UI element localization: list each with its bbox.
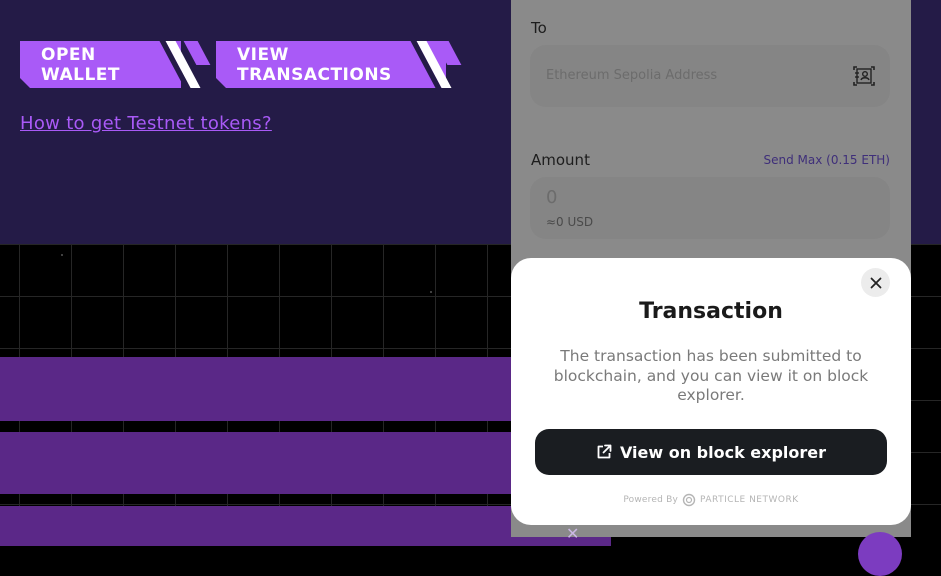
testnet-tokens-link[interactable]: How to get Testnet tokens? xyxy=(20,113,272,134)
open-wallet-button[interactable]: OPEN WALLET xyxy=(20,41,211,88)
grid-dot xyxy=(430,291,432,293)
brand-name: PARTICLE NETWORK xyxy=(699,495,799,505)
particle-logo-icon xyxy=(682,493,696,507)
to-address-placeholder: Ethereum Sepolia Address xyxy=(546,68,718,83)
address-book-icon[interactable] xyxy=(852,65,876,91)
amount-field[interactable]: 0 ≈0 USD xyxy=(530,177,890,239)
powered-by-footer: Powered By PARTICLE NETWORK xyxy=(511,493,911,507)
amount-label: Amount xyxy=(531,151,590,169)
close-icon xyxy=(870,277,881,288)
close-button[interactable] xyxy=(861,268,890,297)
modal-description: The transaction has been submitted to bl… xyxy=(553,347,869,404)
external-link-icon xyxy=(597,444,612,459)
open-wallet-label: OPEN WALLET xyxy=(20,41,181,88)
modal-title: Transaction xyxy=(639,299,783,324)
floating-action-button[interactable] xyxy=(858,532,902,576)
view-on-block-explorer-button[interactable]: View on block explorer xyxy=(535,429,887,475)
close-icon[interactable]: ✕ xyxy=(566,526,579,542)
grid-dot xyxy=(61,254,63,256)
powered-by-text: Powered By xyxy=(623,495,678,505)
to-label: To xyxy=(531,19,547,37)
content-band xyxy=(0,357,511,421)
view-transactions-button[interactable]: VIEW TRANSACTIONS xyxy=(216,41,462,88)
usd-value: ≈0 USD xyxy=(546,215,594,229)
send-max-link[interactable]: Send Max (0.15 ETH) xyxy=(764,153,891,167)
content-band xyxy=(0,432,511,494)
view-transactions-label: VIEW TRANSACTIONS xyxy=(216,41,446,88)
explorer-button-label: View on block explorer xyxy=(619,442,827,462)
to-address-field[interactable]: Ethereum Sepolia Address xyxy=(530,45,890,107)
amount-value: 0 xyxy=(546,187,558,208)
transaction-modal: Transaction The transaction has been sub… xyxy=(511,258,911,525)
